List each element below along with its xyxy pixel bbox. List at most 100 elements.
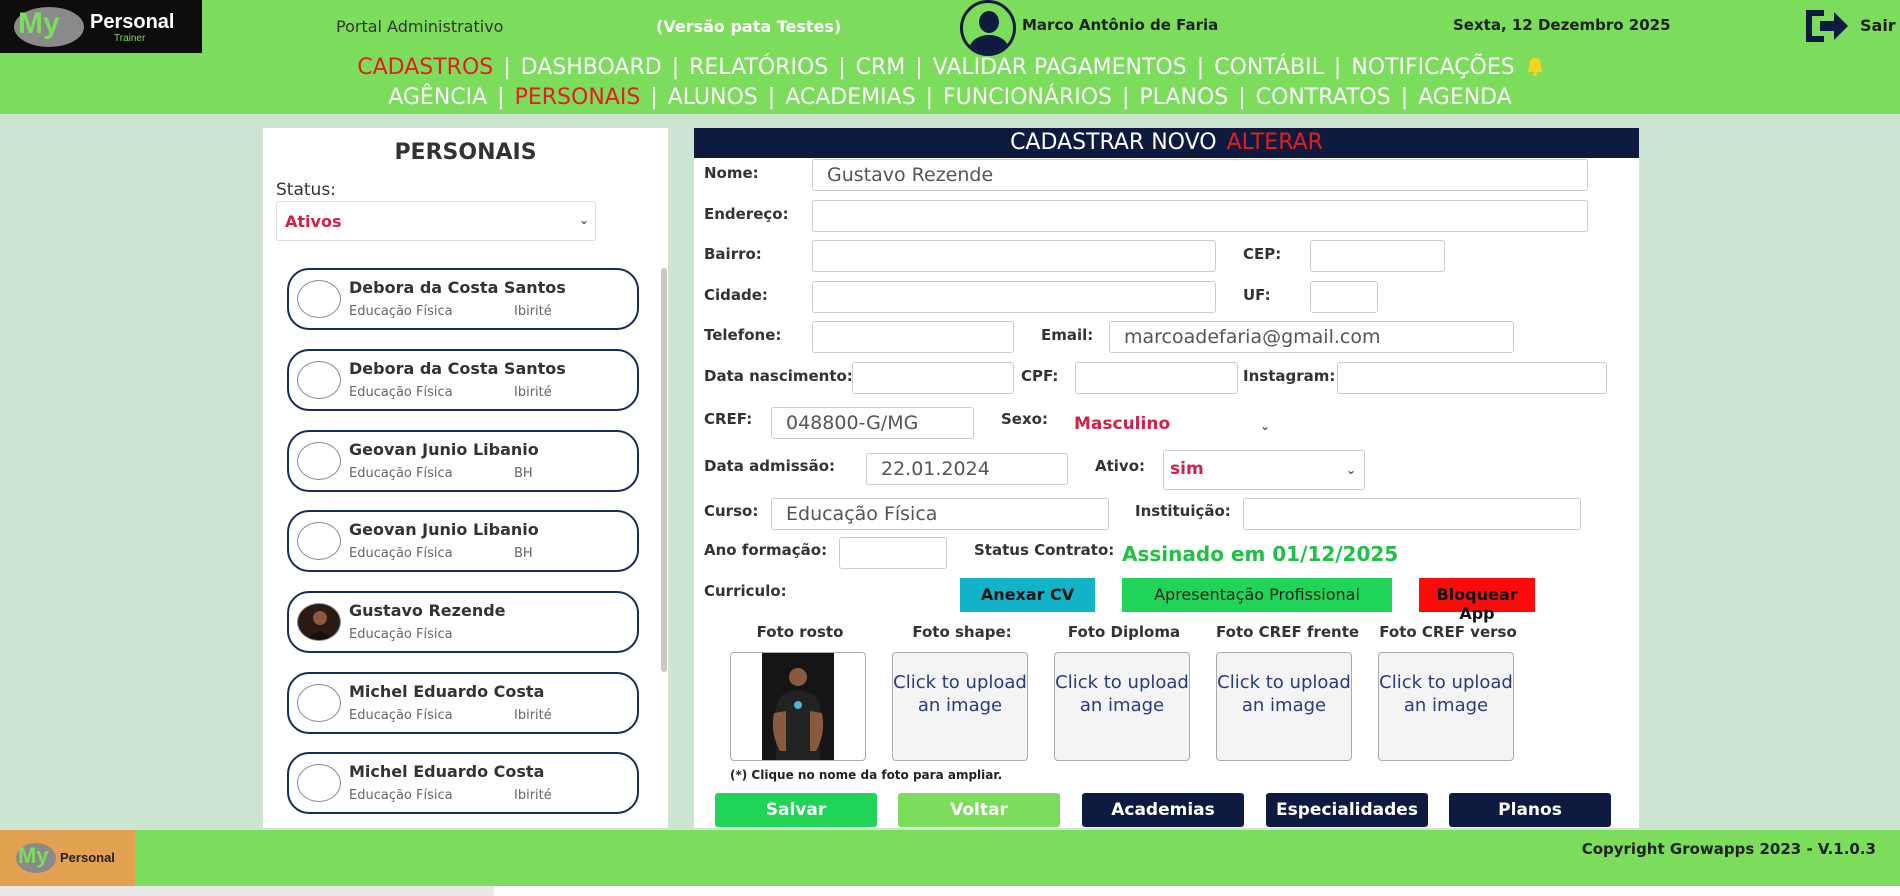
form-header: CADASTRAR NOVO ALTERAR (694, 128, 1639, 158)
nav-funcionarios[interactable]: FUNCIONÁRIOS (941, 85, 1114, 110)
tab-alterar[interactable]: ALTERAR (1227, 130, 1323, 155)
instagram-input[interactable] (1337, 362, 1607, 394)
uf-input[interactable] (1310, 281, 1378, 313)
bloquear-app-button[interactable]: Bloquear App (1419, 578, 1535, 623)
anexar-cv-button[interactable]: Anexar CV (960, 578, 1095, 612)
cep-input[interactable] (1310, 240, 1445, 272)
admissao-input[interactable]: 22.01.2024 (866, 453, 1068, 485)
apresentacao-profissional-button[interactable]: Apresentação Profissional (1122, 578, 1392, 612)
list-item[interactable]: Geovan Junio Libanio Educação Física BH (287, 510, 639, 572)
email-label: Email: (1041, 326, 1094, 344)
sexo-select[interactable]: Masculino ⌄ (1074, 414, 1270, 438)
secondary-nav: AGÊNCIA | PERSONAIS | ALUNOS | ACADEMIAS | FUNCI… (386, 85, 1514, 110)
foto-cref-verso-upload[interactable]: Click to upload an image (1378, 652, 1514, 761)
academias-button[interactable]: Academias (1082, 793, 1244, 827)
curso-input[interactable]: Educação Física (771, 498, 1109, 530)
foto-shape-label[interactable]: Foto shape: (892, 623, 1032, 641)
bairro-label: Bairro: (704, 245, 762, 263)
profile-photo (762, 653, 834, 760)
foto-cref-frente-upload[interactable]: Click to upload an image (1216, 652, 1352, 761)
foto-cref-frente-label[interactable]: Foto CREF frente (1216, 623, 1359, 641)
list-item[interactable]: Debora da Costa Santos Educação Física I… (287, 268, 639, 330)
email-input[interactable]: marcoadefaria@gmail.com (1109, 321, 1514, 353)
foto-rosto-upload[interactable] (730, 652, 866, 761)
nav-cadastros[interactable]: CADASTROS (355, 55, 495, 80)
avatar (297, 684, 341, 722)
list-item[interactable]: Debora da Costa Santos Educação Física I… (287, 349, 639, 411)
list-scrollbar[interactable] (661, 268, 667, 672)
nav-agencia[interactable]: AGÊNCIA (386, 85, 489, 110)
curriculo-label: Curriculo: (704, 582, 787, 600)
nav-crm[interactable]: CRM (854, 55, 908, 80)
cep-label: CEP: (1243, 245, 1282, 263)
list-item[interactable]: Michel Eduardo Costa Educação Física Ibi… (287, 752, 639, 814)
nav-dashboard[interactable]: DASHBOARD (519, 55, 664, 80)
ativo-label: Ativo: (1095, 457, 1146, 475)
planos-button[interactable]: Planos (1449, 793, 1611, 827)
foto-shape-upload[interactable]: Click to upload an image (892, 652, 1028, 761)
panel-title: PERSONAIS (394, 140, 537, 165)
nav-contabil[interactable]: CONTÁBIL (1212, 55, 1326, 80)
chevron-down-icon: ⌄ (578, 213, 589, 227)
nascimento-label: Data nascimento: (704, 367, 853, 385)
cref-label: CREF: (704, 410, 753, 428)
telefone-label: Telefone: (704, 326, 782, 344)
nav-validar-pagamentos[interactable]: VALIDAR PAGAMENTOS (931, 55, 1189, 80)
status-label: Status: (276, 180, 336, 200)
nav-relatorios[interactable]: RELATÓRIOS (687, 55, 830, 80)
current-date: Sexta, 12 Dezembro 2025 (1453, 16, 1671, 34)
sexo-label: Sexo: (1001, 410, 1048, 428)
foto-diploma-upload[interactable]: Click to upload an image (1054, 652, 1190, 761)
photo-hint: (*) Clique no nome da foto para ampliar. (730, 768, 1003, 782)
tab-cadastrar-novo[interactable]: CADASTRAR NOVO (1010, 130, 1217, 155)
list-item[interactable]: Geovan Junio Libanio Educação Física BH (287, 430, 639, 492)
nav-personais[interactable]: PERSONAIS (513, 85, 643, 110)
cidade-input[interactable] (812, 281, 1216, 313)
foto-rosto-label[interactable]: Foto rosto (730, 623, 870, 641)
logout-button[interactable]: Sair (1860, 16, 1896, 35)
avatar (297, 764, 341, 802)
cidade-label: Cidade: (704, 286, 768, 304)
foto-diploma-label[interactable]: Foto Diploma (1054, 623, 1194, 641)
list-item[interactable]: Gustavo Rezende Educação Física (287, 591, 639, 653)
personais-list-panel: PERSONAIS Status: Ativos ⌄ Debora da Cos… (263, 128, 668, 828)
nav-alunos[interactable]: ALUNOS (666, 85, 760, 110)
nome-input[interactable]: Gustavo Rezende (812, 159, 1588, 191)
status-contrato-label: Status Contrato: (974, 541, 1115, 559)
status-select[interactable]: Ativos ⌄ (276, 201, 596, 241)
app-logo[interactable]: My Personal Trainer (0, 0, 202, 53)
nascimento-input[interactable] (852, 362, 1014, 394)
nav-agenda[interactable]: AGENDA (1416, 85, 1514, 110)
avatar (297, 442, 341, 480)
instituicao-input[interactable] (1243, 498, 1581, 530)
telefone-input[interactable] (812, 321, 1014, 353)
chevron-down-icon: ⌄ (1259, 419, 1270, 433)
logo-personal: Personal (90, 11, 175, 33)
nav-planos[interactable]: PLANOS (1137, 85, 1230, 110)
user-name: Marco Antônio de Faria (1022, 16, 1219, 34)
copyright: Copyright Growapps 2023 - V.1.0.3 (1581, 840, 1876, 858)
chevron-down-icon: ⌄ (1345, 463, 1356, 477)
endereco-input[interactable] (812, 200, 1588, 232)
nome-label: Nome: (704, 164, 759, 182)
uf-label: UF: (1243, 286, 1271, 304)
cref-input[interactable]: 048800-G/MG (771, 407, 974, 439)
nav-notificacoes[interactable]: NOTIFICAÇÕES (1349, 55, 1516, 80)
list-item[interactable]: Michel Eduardo Costa Educação Física Ibi… (287, 672, 639, 734)
nav-academias[interactable]: ACADEMIAS (783, 85, 917, 110)
avatar (297, 603, 341, 641)
voltar-button[interactable]: Voltar (898, 793, 1060, 827)
user-avatar-icon[interactable] (960, 0, 1016, 56)
foto-cref-verso-label[interactable]: Foto CREF verso (1378, 623, 1518, 641)
cpf-input[interactable] (1075, 362, 1238, 394)
ano-formacao-input[interactable] (839, 537, 947, 569)
bairro-input[interactable] (812, 240, 1216, 272)
nav-contratos[interactable]: CONTRATOS (1254, 85, 1393, 110)
curso-label: Curso: (704, 502, 759, 520)
salvar-button[interactable]: Salvar (715, 793, 877, 827)
instagram-label: Instagram: (1243, 367, 1336, 385)
especialidades-button[interactable]: Especialidades (1266, 793, 1428, 827)
bell-icon[interactable] (1525, 56, 1545, 76)
logout-icon[interactable] (1802, 6, 1850, 46)
ativo-select[interactable]: sim ⌄ (1163, 450, 1365, 490)
